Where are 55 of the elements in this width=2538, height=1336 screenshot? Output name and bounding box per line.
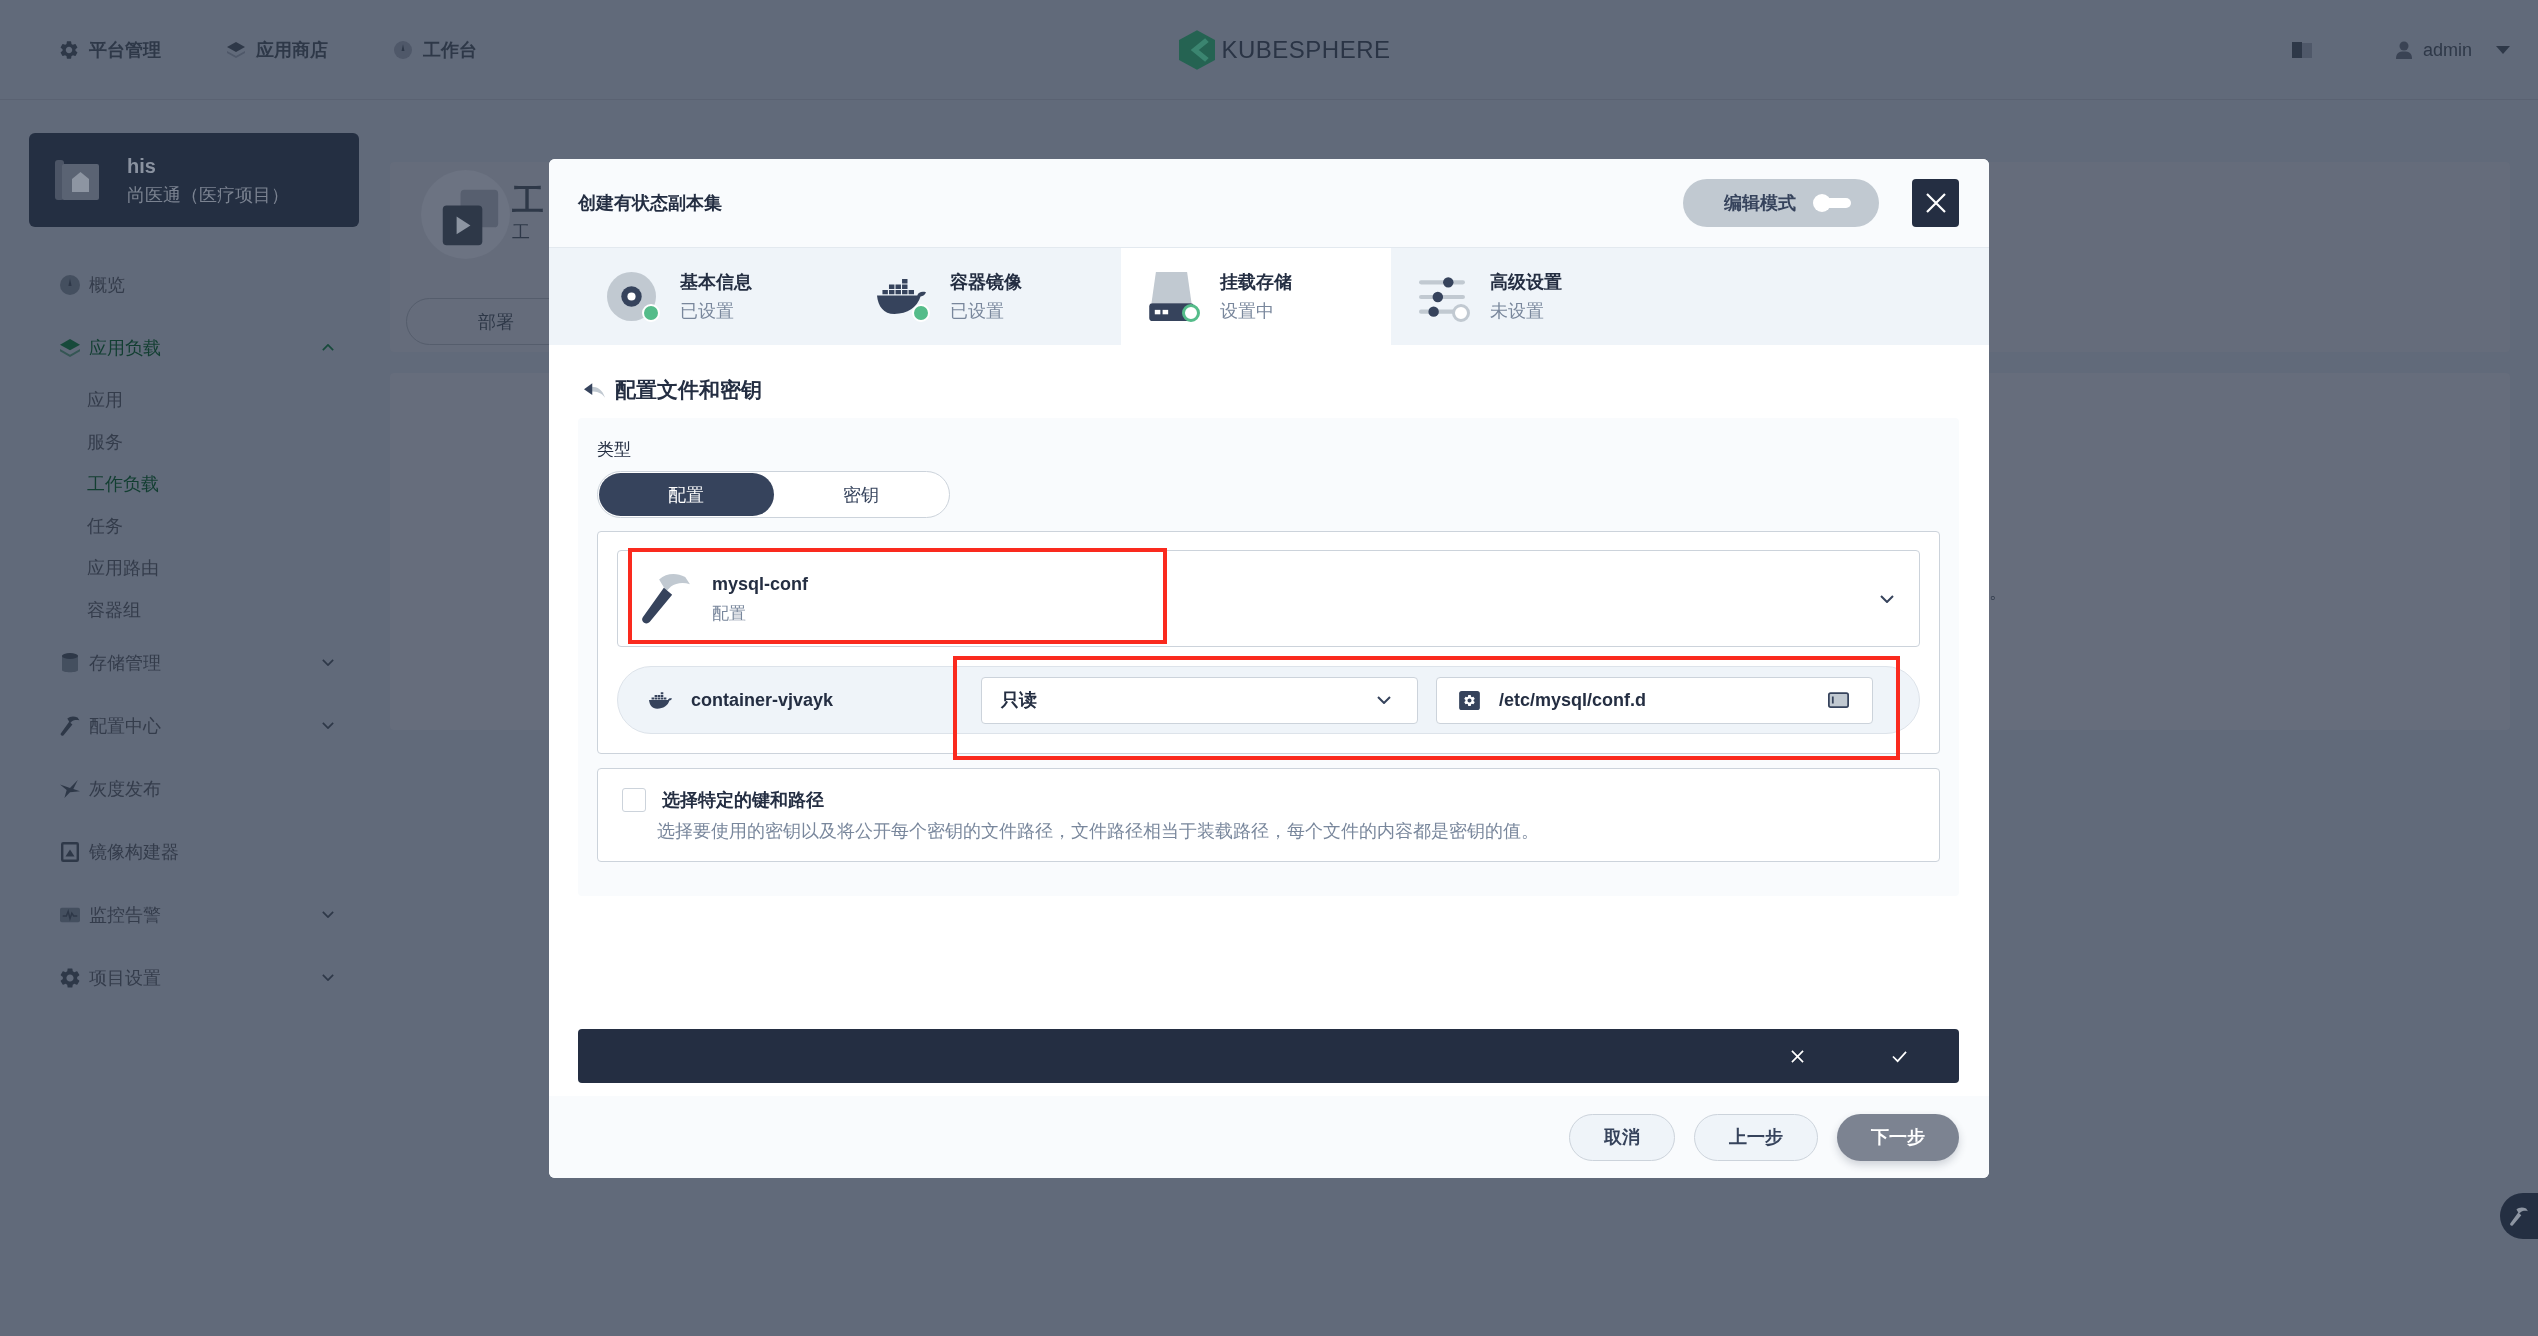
logo-icon [1179,29,1216,70]
dashboard-icon [60,274,80,295]
content-text: 。 [1989,581,2007,604]
section-title: 配置文件和密钥 [615,377,762,403]
project-name: his [127,154,157,179]
gear-icon [1459,690,1480,710]
wizard-step[interactable]: 挂载存储 设置中 [1121,248,1391,345]
cancel-button[interactable]: 取消 [1569,1113,1675,1161]
container-name: container-vjvayk [691,689,834,711]
edit-mode-toggle[interactable]: 编辑模式 [1683,179,1879,227]
field-label: 类型 [597,439,631,461]
option-description: 选择要使用的密钥以及将公开每个密钥的文件路径，文件路径相当于装载路径，每个文件的内容都是密钥的值。 [656,820,1540,843]
check-icon [1891,1049,1907,1063]
caret-icon [2496,45,2510,54]
checkbox[interactable] [622,788,646,812]
sidebar-subitem[interactable]: 工作负载 [29,463,359,505]
modal-title: 创建有状态副本集 [578,192,722,215]
wizard-step[interactable]: 容器镜像 已设置 [851,248,1121,345]
access-select[interactable]: 只读 [981,676,1418,724]
database-icon [60,652,80,673]
project-card[interactable]: his 尚医通（医疗项目） [29,133,359,227]
floating-tool-button[interactable] [2500,1193,2538,1239]
workload-icon [421,170,510,259]
wizard-step[interactable]: 高级设置 未设置 [1391,248,1661,345]
user-icon [2395,40,2412,59]
hammer-icon [2510,1206,2528,1226]
layers-icon [227,40,245,59]
chevron-icon [1880,594,1894,603]
whale-icon [877,279,926,314]
layers-icon [60,337,80,358]
settings-icon [60,967,80,988]
segment-option[interactable]: 密钥 [773,473,948,516]
option-label: 选择特定的键和路径 [662,789,824,812]
gear-icon [60,40,78,59]
previous-button[interactable]: 上一步 [1694,1113,1818,1161]
chevron-icon [1377,696,1391,704]
disc-icon [607,272,656,321]
segment-option[interactable]: 配置 [599,473,774,516]
close-icon [1789,1049,1805,1063]
hammer-icon [642,573,690,624]
sidebar-item[interactable]: 应用负载 [29,316,359,379]
resource-selector[interactable]: mysql-conf 配置 [617,550,1920,647]
dashboard-icon [394,40,412,59]
back-arrow-icon[interactable] [584,381,606,399]
mount-path-field[interactable]: /etc/mysql/conf.d [1436,676,1873,724]
project-icon [55,158,99,202]
bird-icon [60,778,80,799]
close-button[interactable] [1912,179,1959,227]
hammer-icon [60,715,80,736]
whale-icon [649,691,672,709]
project-description: 尚医通（医疗项目） [127,184,289,207]
close-icon [1925,193,1946,213]
image-icon [60,841,80,862]
logo-text: KUBESPHERE [1221,34,1391,65]
panel-icon[interactable] [1828,692,1849,708]
